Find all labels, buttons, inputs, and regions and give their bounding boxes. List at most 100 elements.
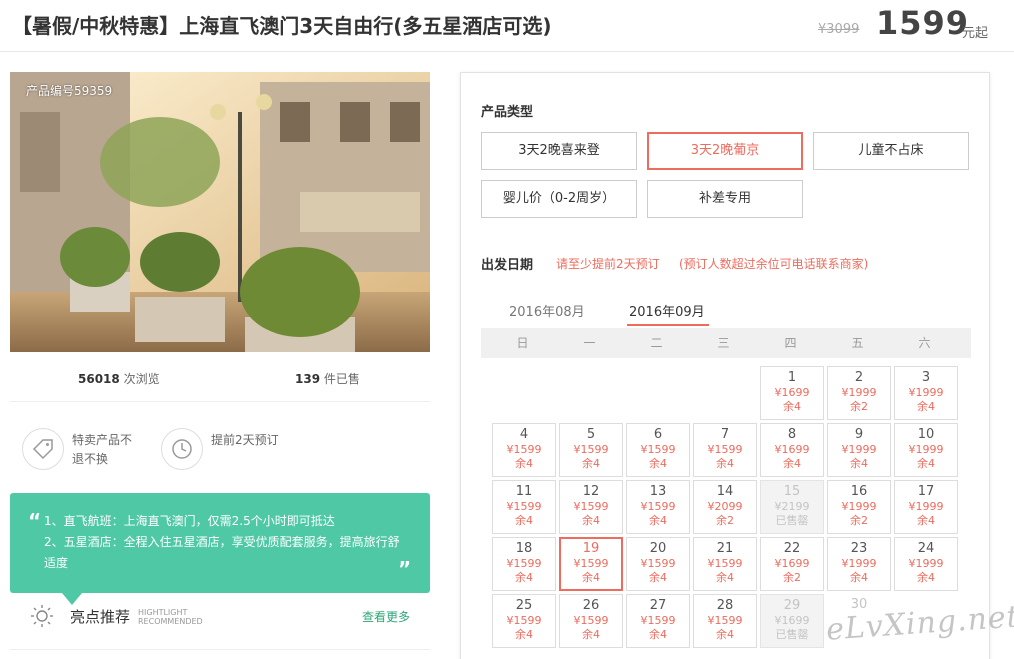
day-price: ¥1699 <box>774 557 810 570</box>
type-option-infant[interactable]: 婴儿价（0-2周岁） <box>481 180 637 218</box>
day-price: ¥2199 <box>774 500 810 513</box>
calendar-day[interactable]: 6 ¥1599 余4 <box>626 423 690 477</box>
calendar-day[interactable]: 3 ¥1999 余4 <box>894 366 958 420</box>
day-price: ¥1999 <box>908 557 944 570</box>
recommended-bar: 亮点推荐 HIGHTLIGHT RECOMMENDED 查看更多 <box>10 596 430 650</box>
calendar-day: 15 ¥2199 已售罄 <box>760 480 824 534</box>
product-title: 【暑假/中秋特惠】上海直飞澳门3天自由行(多五星酒店可选) <box>12 14 552 38</box>
day-stock: 余4 <box>716 628 734 641</box>
day-price: ¥1599 <box>640 500 676 513</box>
recommended-label-en-1: HIGHTLIGHT <box>138 608 188 617</box>
calendar-day[interactable]: 23 ¥1999 余4 <box>827 537 891 591</box>
day-price: ¥1599 <box>573 614 609 627</box>
recommended-label: 亮点推荐 <box>70 608 131 626</box>
views-stat: 56018 次浏览 <box>78 370 160 387</box>
day-number: 21 <box>716 541 734 556</box>
price-unit: 元起 <box>962 26 989 41</box>
day-number: 25 <box>515 598 533 613</box>
type-option-surcharge[interactable]: 补差专用 <box>647 180 803 218</box>
calendar-day[interactable]: 24 ¥1999 余4 <box>894 537 958 591</box>
weekday-fri: 五 <box>851 336 864 350</box>
calendar-day[interactable]: 4 ¥1599 余4 <box>492 423 556 477</box>
day-stock: 余2 <box>850 400 868 413</box>
calendar-day[interactable]: 22 ¥1699 余2 <box>760 537 824 591</box>
calendar-day[interactable]: 7 ¥1599 余4 <box>693 423 757 477</box>
day-price: ¥1999 <box>841 557 877 570</box>
calendar-day[interactable]: 1 ¥1699 余4 <box>760 366 824 420</box>
day-price: ¥1599 <box>506 500 542 513</box>
type-option-child-no-bed[interactable]: 儿童不占床 <box>813 132 969 170</box>
day-price: ¥1999 <box>908 386 944 399</box>
day-stock: 余4 <box>515 457 533 470</box>
day-price: ¥1599 <box>640 614 676 627</box>
sold-count: 139 <box>295 372 321 386</box>
day-number: 12 <box>582 484 600 499</box>
day-number: 2 <box>854 370 864 385</box>
recommended-label-en: HIGHTLIGHT RECOMMENDED <box>138 608 203 626</box>
day-price: ¥1599 <box>640 557 676 570</box>
calendar-day[interactable]: 21 ¥1599 余4 <box>693 537 757 591</box>
day-stock: 余4 <box>515 571 533 584</box>
day-number: 3 <box>921 370 931 385</box>
sun-icon <box>31 605 53 627</box>
product-photo-image <box>10 72 430 352</box>
calendar-day[interactable]: 17 ¥1999 余4 <box>894 480 958 534</box>
type-option-lisboa[interactable]: 3天2晚葡京 <box>647 132 803 170</box>
calendar-day[interactable]: 28 ¥1599 余4 <box>693 594 757 648</box>
day-price: ¥1599 <box>640 443 676 456</box>
calendar-day[interactable]: 20 ¥1599 余4 <box>626 537 690 591</box>
calendar-day[interactable]: 12 ¥1599 余4 <box>559 480 623 534</box>
calendar-day[interactable]: 13 ¥1599 余4 <box>626 480 690 534</box>
highlight-line: 1、直飞航班：上海直飞澳门，仅需2.5个小时即可抵达 <box>44 514 335 528</box>
calendar-day[interactable]: 5 ¥1599 余4 <box>559 423 623 477</box>
sold-stat: 139 件已售 <box>295 370 360 387</box>
calendar-day[interactable]: 14 ¥2099 余2 <box>693 480 757 534</box>
day-price: ¥1599 <box>573 443 609 456</box>
day-stock: 余4 <box>582 457 600 470</box>
day-stock: 余4 <box>783 400 801 413</box>
day-stock: 余4 <box>649 457 667 470</box>
calendar-day[interactable]: 8 ¥1699 余4 <box>760 423 824 477</box>
day-number: 6 <box>653 427 663 442</box>
highlight-line: 2、五星酒店：全程入住五星酒店，享受优质配套服务，提高旅行舒适度 <box>44 535 400 570</box>
views-count: 56018 <box>78 372 120 386</box>
see-more-link[interactable]: 查看更多 <box>362 608 410 625</box>
weekday-sat: 六 <box>918 336 931 350</box>
day-stock: 余4 <box>649 514 667 527</box>
weekday-tue: 二 <box>650 336 663 350</box>
day-number: 11 <box>515 484 533 499</box>
calendar-day[interactable]: 11 ¥1599 余4 <box>492 480 556 534</box>
month-tab-sep[interactable]: 2016年09月 <box>629 301 705 320</box>
day-price: ¥1599 <box>506 557 542 570</box>
day-number: 17 <box>917 484 935 499</box>
calendar-day[interactable]: 9 ¥1999 余4 <box>827 423 891 477</box>
tag-icon <box>32 439 53 460</box>
day-number: 29 <box>783 598 801 613</box>
day-price: ¥1699 <box>774 386 810 399</box>
day-stock: 余4 <box>917 457 935 470</box>
day-number: 4 <box>519 427 529 442</box>
day-number: 24 <box>917 541 935 556</box>
calendar-day[interactable]: 2 ¥1999 余2 <box>827 366 891 420</box>
day-price: ¥1599 <box>573 557 609 570</box>
calendar-day[interactable]: 27 ¥1599 余4 <box>626 594 690 648</box>
day-stock: 余4 <box>917 571 935 584</box>
calendar-day[interactable]: 16 ¥1999 余2 <box>827 480 891 534</box>
calendar-day[interactable]: 18 ¥1599 余4 <box>492 537 556 591</box>
day-price: ¥1599 <box>707 614 743 627</box>
day-number: 19 <box>582 541 600 556</box>
type-option-sheraton[interactable]: 3天2晚喜来登 <box>481 132 637 170</box>
month-tab-aug[interactable]: 2016年08月 <box>509 301 585 320</box>
calendar-day[interactable]: 25 ¥1599 余4 <box>492 594 556 648</box>
booking-note-contact: (预订人数超过余位可电话联系商家) <box>679 257 869 271</box>
weekday-sun: 日 <box>516 336 529 350</box>
calendar-day[interactable]: 26 ¥1599 余4 <box>559 594 623 648</box>
day-number: 9 <box>854 427 864 442</box>
day-stock: 余4 <box>515 628 533 641</box>
day-price: ¥1699 <box>774 614 810 627</box>
calendar-day[interactable]: 19 ¥1599 余4 <box>559 537 623 591</box>
calendar-day[interactable]: 10 ¥1999 余4 <box>894 423 958 477</box>
day-price: ¥1999 <box>908 443 944 456</box>
page-header: 【暑假/中秋特惠】上海直飞澳门3天自由行(多五星酒店可选) ¥3099 1599… <box>0 0 1014 52</box>
day-price: ¥1599 <box>506 443 542 456</box>
